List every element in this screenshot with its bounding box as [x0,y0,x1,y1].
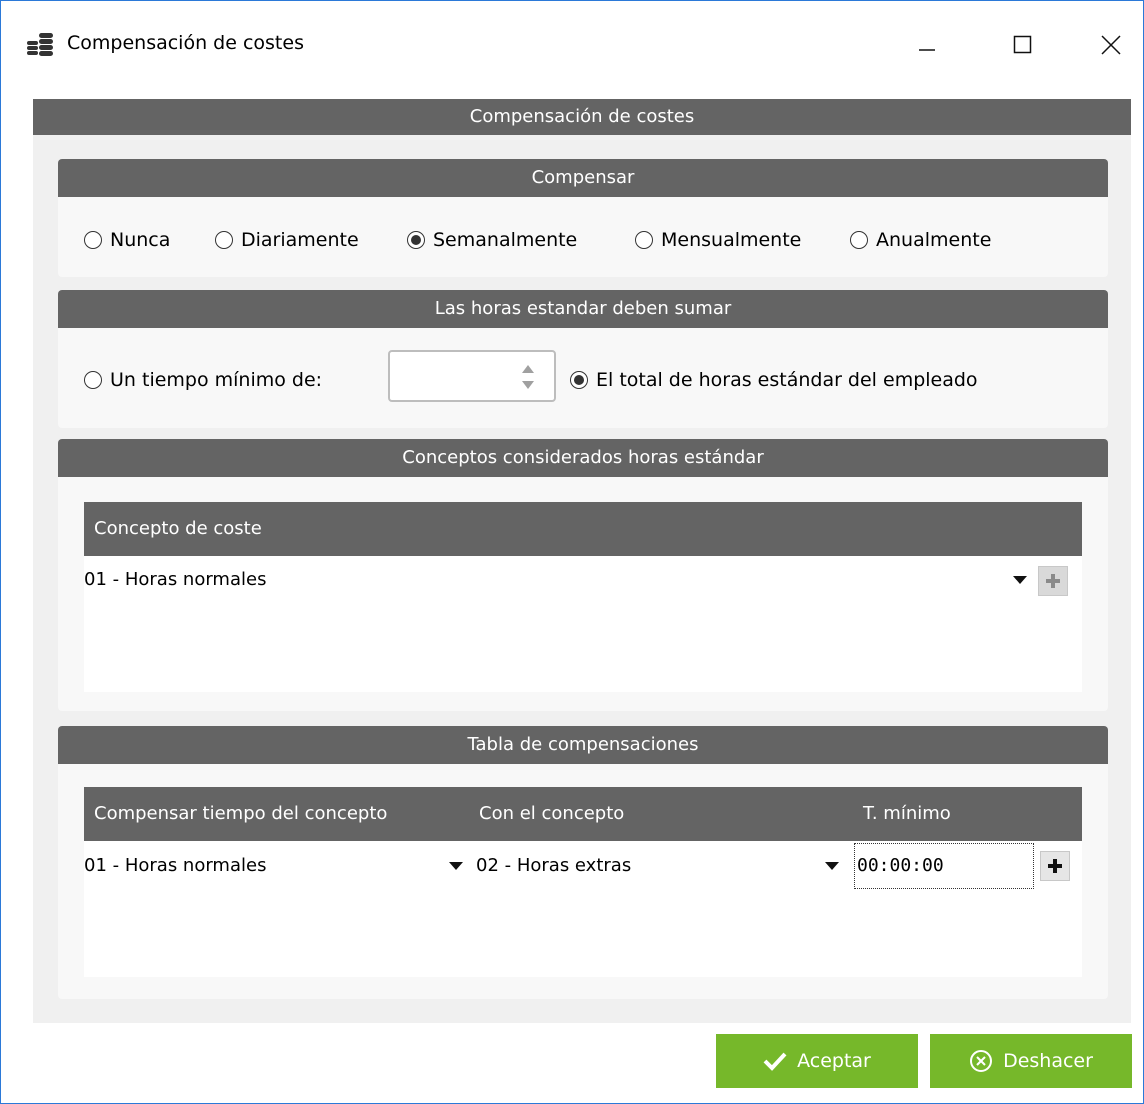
column-header: Concepto de coste [94,518,262,539]
radio-diariamente[interactable]: Diariamente [215,229,359,251]
title-bar: Compensación de costes [1,1,1143,89]
radio-label: Diariamente [241,229,359,251]
compensar-header: Compensar [58,159,1108,197]
radio-label: Un tiempo mínimo de: [110,369,323,391]
radio-semanalmente[interactable]: Semanalmente [407,229,577,251]
window-title: Compensación de costes [67,32,304,54]
radio-label: Nunca [110,229,171,251]
conceptos-header: Conceptos considerados horas estándar [58,439,1108,477]
undo-button[interactable]: Deshacer [930,1034,1132,1088]
radio-nunca[interactable]: Nunca [84,229,170,251]
concept-cell: 01 - Horas normales [84,569,267,590]
radio-circle-checked [570,371,588,389]
column-header-to: Con el concepto [479,803,625,824]
radio-total-horas[interactable]: El total de horas estándar del empleado [570,369,978,391]
close-icon [1101,35,1121,55]
plus-icon [1048,859,1062,873]
radio-circle [84,231,102,249]
radio-tiempo-minimo[interactable]: Un tiempo mínimo de: [84,369,322,391]
to-concept-cell: 02 - Horas extras [476,855,632,876]
chevron-down-icon[interactable] [825,862,839,870]
column-header-min: T. mínimo [863,803,951,824]
chevron-down-icon[interactable] [449,862,463,870]
column-header-from: Compensar tiempo del concepto [94,803,388,824]
spinner-arrows-icon[interactable] [520,362,536,392]
radio-label: Mensualmente [661,229,802,251]
undo-label: Deshacer [1003,1050,1093,1072]
radio-label: Anualmente [876,229,992,251]
radio-anualmente[interactable]: Anualmente [850,229,991,251]
from-concept-cell: 01 - Horas normales [84,855,267,876]
add-compensation-button[interactable] [1040,851,1070,881]
main-header: Compensación de costes [33,99,1131,135]
plus-icon [1046,574,1060,588]
chevron-down-icon[interactable] [1013,576,1027,584]
radio-mensualmente[interactable]: Mensualmente [635,229,801,251]
radio-circle [215,231,233,249]
radio-label: Semanalmente [433,229,578,251]
horas-header: Las horas estandar deben sumar [58,290,1108,328]
minimize-icon [919,49,935,51]
conceptos-grid: Concepto de coste 01 - Horas normales [84,502,1082,692]
radio-circle [850,231,868,249]
min-time-spinner[interactable] [388,350,556,402]
coins-icon [26,33,58,57]
accept-button[interactable]: Aceptar [716,1034,918,1088]
check-icon [763,1051,787,1071]
cancel-circle-icon [969,1049,993,1073]
radio-circle-checked [407,231,425,249]
min-time-field[interactable]: 00:00:00 [854,843,1034,889]
maximize-icon [1013,35,1032,54]
radio-circle [84,371,102,389]
accept-label: Aceptar [797,1050,871,1072]
conceptos-grid-header: Concepto de coste [84,502,1082,556]
radio-circle [635,231,653,249]
radio-label: El total de horas estándar del empleado [596,369,978,391]
minimize-button[interactable] [899,23,955,67]
close-button[interactable] [1083,23,1139,67]
tabla-header: Tabla de compensaciones [58,726,1108,764]
add-concept-button[interactable] [1038,566,1068,596]
maximize-button[interactable] [995,23,1051,67]
compensaciones-grid-header: Compensar tiempo del concepto Con el con… [84,787,1082,841]
dialog-window: Compensación de costes Compensación de c… [0,0,1144,1104]
